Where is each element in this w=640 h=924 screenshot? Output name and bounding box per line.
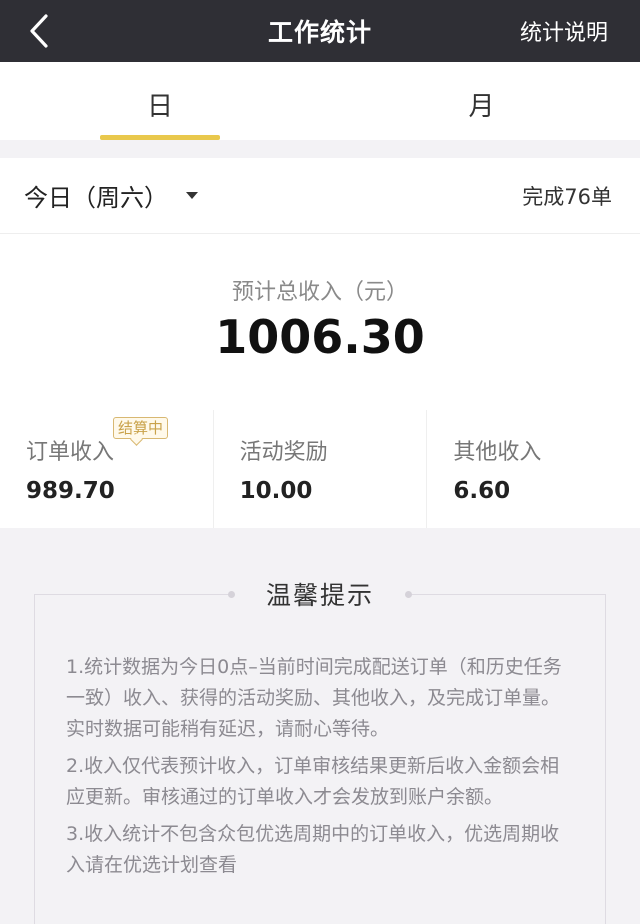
tab-day[interactable]: 日 [0,62,319,140]
back-button[interactable] [26,12,56,50]
metric-other-income[interactable]: 其他收入 6.60 [426,410,640,528]
metric-order-income[interactable]: 结算中 订单收入 989.70 [0,410,213,528]
stats-explanation-button[interactable]: 统计说明 [520,15,608,47]
tips-title: 温馨提示 [265,581,374,610]
settling-badge: 结算中 [113,417,169,439]
metric-value: 10.00 [239,478,313,504]
income-summary-card: 预计总收入（元） 1006.30 结算中 订单收入 989.70 活动奖励 10… [0,234,640,528]
date-row: 今日（周六） 完成76单 [0,158,640,234]
metric-value: 989.70 [26,478,115,504]
metric-label: 活动奖励 [239,440,328,465]
caret-down-icon [186,192,198,199]
metric-label: 其他收入 [453,440,542,465]
tip-item: 1.统计数据为今日0点–当前时间完成配送订单（和历史任务一致）收入、获得的活动奖… [66,656,562,740]
day-selector-label: 今日（周六） [24,184,168,212]
tips-section: 温馨提示 1.统计数据为今日0点–当前时间完成配送订单（和历史任务一致）收入、获… [0,528,640,924]
period-tabs: 日 月 [0,62,640,140]
tip-item: 3.收入统计不包含众包优选周期中的订单收入，优选周期收入请在优选计划查看 [66,823,560,876]
metric-activity-reward[interactable]: 活动奖励 10.00 [212,410,427,528]
total-income-label: 预计总收入（元） [231,280,408,305]
tip-item: 2.收入仅代表预计收入，订单审核结果更新后收入金额会相应更新。审核通过的订单收入… [66,755,560,808]
day-selector[interactable]: 今日（周六） [24,178,198,213]
income-breakdown: 结算中 订单收入 989.70 活动奖励 10.00 其他收入 6.60 [0,410,640,528]
top-bar: 工作统计 统计说明 [0,0,640,62]
tips-list: 1.统计数据为今日0点–当前时间完成配送订单（和历史任务一致）收入、获得的活动奖… [66,652,566,887]
total-income-value: 1006.30 [215,310,425,364]
completed-orders-count: 完成76单 [522,184,612,209]
tab-month[interactable]: 月 [319,62,640,140]
section-gap [0,140,640,158]
page-title: 工作统计 [267,18,372,47]
chevron-left-icon [30,14,48,48]
metric-value: 6.60 [453,478,511,504]
